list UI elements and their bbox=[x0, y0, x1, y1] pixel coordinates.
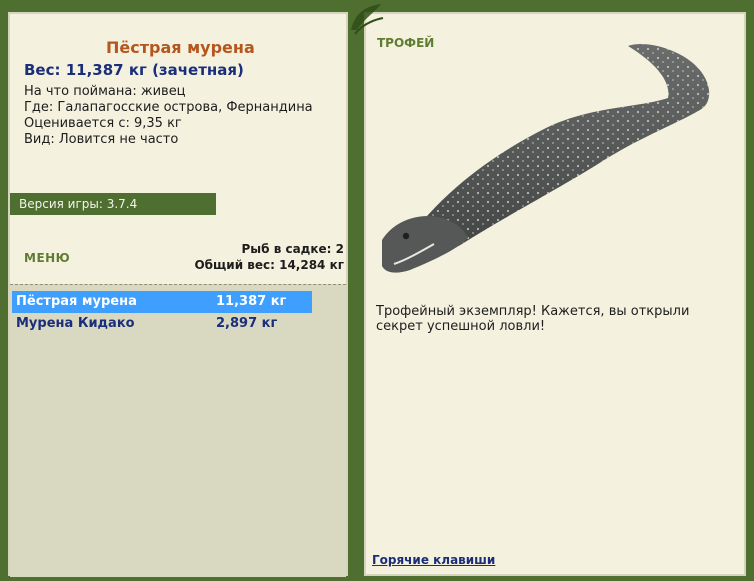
fish-count: Рыб в садке: 2 bbox=[241, 242, 345, 256]
fish-name: Пёстрая мурена bbox=[106, 38, 255, 57]
location-info: Где: Галапагосские острова, Фернандина bbox=[24, 100, 313, 115]
catch-item-name: Мурена Кидако bbox=[16, 316, 135, 331]
catch-list-item[interactable]: Мурена Кидако 2,897 кг bbox=[12, 313, 312, 335]
game-version: Версия игры: 3.7.4 bbox=[10, 193, 216, 215]
catch-item-name: Пёстрая мурена bbox=[16, 294, 137, 309]
fish-weight: Вес: 11,387 кг (зачетная) bbox=[24, 61, 244, 79]
moray-eel-illustration bbox=[382, 44, 710, 273]
catch-item-weight: 2,897 кг bbox=[216, 316, 278, 331]
rarity-info: Вид: Ловится не часто bbox=[24, 132, 179, 147]
menu-button[interactable]: МЕНЮ bbox=[24, 251, 70, 265]
total-weight: Общий вес: 14,284 кг bbox=[194, 258, 344, 272]
trophy-message: Трофейный экземпляр! Кажется, вы открыли… bbox=[376, 304, 690, 334]
cage-stats: Рыб в садке: 2 Общий вес: 14,284 кг bbox=[190, 241, 344, 273]
catch-item-weight: 11,387 кг bbox=[216, 294, 287, 309]
leaf-decoration-icon bbox=[351, 4, 384, 35]
bait-info: На что поймана: живец bbox=[24, 84, 186, 99]
hotkeys-link[interactable]: Горячие клавиши bbox=[372, 553, 495, 567]
value-threshold-info: Оценивается с: 9,35 кг bbox=[24, 116, 182, 131]
catch-list-item[interactable]: Пёстрая мурена 11,387 кг bbox=[12, 291, 312, 313]
